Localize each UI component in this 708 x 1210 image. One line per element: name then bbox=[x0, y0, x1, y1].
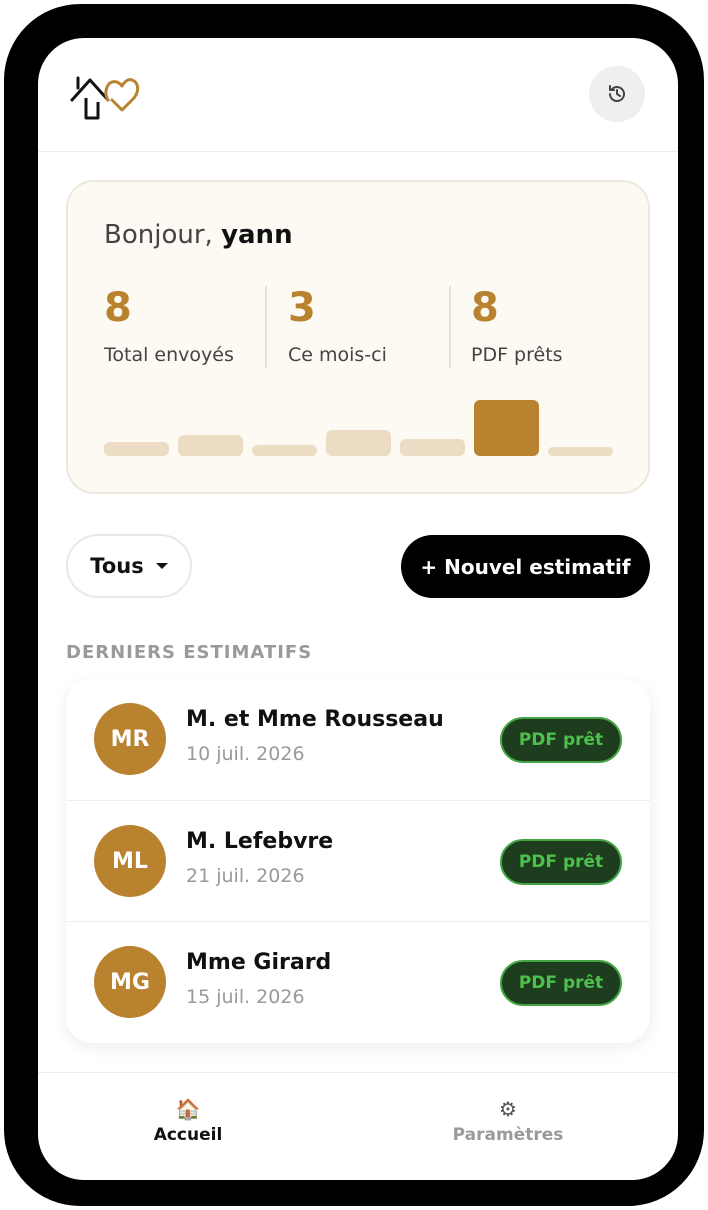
stat-divider bbox=[265, 286, 267, 368]
section-title: DERNIERS ESTIMATIFS bbox=[66, 642, 313, 663]
client-name: Mme Girard bbox=[186, 950, 332, 975]
stats-card: Bonjour, yann 8 Total envoyés 3 Ce mois-… bbox=[66, 180, 650, 494]
greeting-prefix: Bonjour, bbox=[104, 220, 213, 250]
avatar: MR bbox=[94, 703, 166, 775]
stat-value: 8 bbox=[104, 285, 132, 331]
house-heart-icon bbox=[70, 76, 140, 120]
activity-bar bbox=[326, 430, 391, 456]
filter-dropdown[interactable]: Tous bbox=[66, 534, 192, 598]
list-item[interactable]: ML M. Lefebvre 21 juil. 2026 PDF prêt bbox=[66, 800, 650, 921]
new-estimate-button[interactable]: + Nouvel estimatif bbox=[401, 535, 650, 598]
nav-item-home[interactable]: 🏠 Accueil bbox=[88, 1097, 288, 1145]
stat-label: Total envoyés bbox=[104, 344, 234, 366]
history-icon bbox=[609, 85, 625, 102]
activity-bar bbox=[252, 445, 317, 456]
bottom-nav: 🏠 Accueil ⚙ Paramètres bbox=[38, 1072, 678, 1180]
avatar: MG bbox=[94, 946, 166, 1018]
stat-pdf-ready: 8 PDF prêts bbox=[471, 286, 563, 368]
estimate-date: 10 juil. 2026 bbox=[186, 743, 305, 765]
activity-bar bbox=[400, 439, 465, 456]
activity-bar bbox=[104, 442, 169, 456]
user-name: yann bbox=[221, 220, 293, 250]
status-badge: PDF prêt bbox=[500, 960, 622, 1006]
nav-item-settings[interactable]: ⚙ Paramètres bbox=[408, 1097, 608, 1145]
stat-value: 3 bbox=[288, 285, 316, 331]
activity-bar bbox=[474, 400, 539, 456]
list-item[interactable]: MR M. et Mme Rousseau 10 juil. 2026 PDF … bbox=[66, 679, 650, 800]
client-name: M. et Mme Rousseau bbox=[186, 707, 444, 732]
house-icon: 🏠 bbox=[175, 1097, 201, 1121]
activity-bar bbox=[178, 435, 243, 456]
stat-label: Ce mois-ci bbox=[288, 344, 387, 366]
activity-bars bbox=[104, 392, 614, 456]
history-button[interactable] bbox=[589, 66, 645, 122]
client-name: M. Lefebvre bbox=[186, 829, 334, 854]
stat-total-sent: 8 Total envoyés bbox=[104, 286, 234, 368]
caret-down-icon bbox=[155, 563, 168, 569]
filter-label: Tous bbox=[90, 554, 144, 578]
nav-label: Paramètres bbox=[452, 1125, 564, 1145]
phone-frame: Bonjour, yann 8 Total envoyés 3 Ce mois-… bbox=[4, 4, 704, 1206]
stat-value: 8 bbox=[471, 285, 499, 331]
estimate-date: 15 juil. 2026 bbox=[186, 986, 305, 1008]
status-badge: PDF prêt bbox=[500, 717, 622, 763]
status-badge: PDF prêt bbox=[500, 839, 622, 885]
avatar: ML bbox=[94, 825, 166, 897]
estimates-list: MR M. et Mme Rousseau 10 juil. 2026 PDF … bbox=[66, 679, 650, 1043]
stat-label: PDF prêts bbox=[471, 344, 563, 366]
app-header bbox=[38, 38, 678, 152]
activity-bar bbox=[548, 447, 613, 456]
gear-icon: ⚙ bbox=[499, 1097, 517, 1121]
stat-divider bbox=[449, 286, 451, 368]
stat-this-month: 3 Ce mois-ci bbox=[288, 286, 387, 368]
greeting: Bonjour, yann bbox=[104, 220, 293, 250]
estimate-date: 21 juil. 2026 bbox=[186, 865, 305, 887]
nav-label: Accueil bbox=[153, 1125, 223, 1145]
app-screen: Bonjour, yann 8 Total envoyés 3 Ce mois-… bbox=[38, 38, 678, 1180]
list-item[interactable]: MG Mme Girard 15 juil. 2026 PDF prêt bbox=[66, 921, 650, 1042]
